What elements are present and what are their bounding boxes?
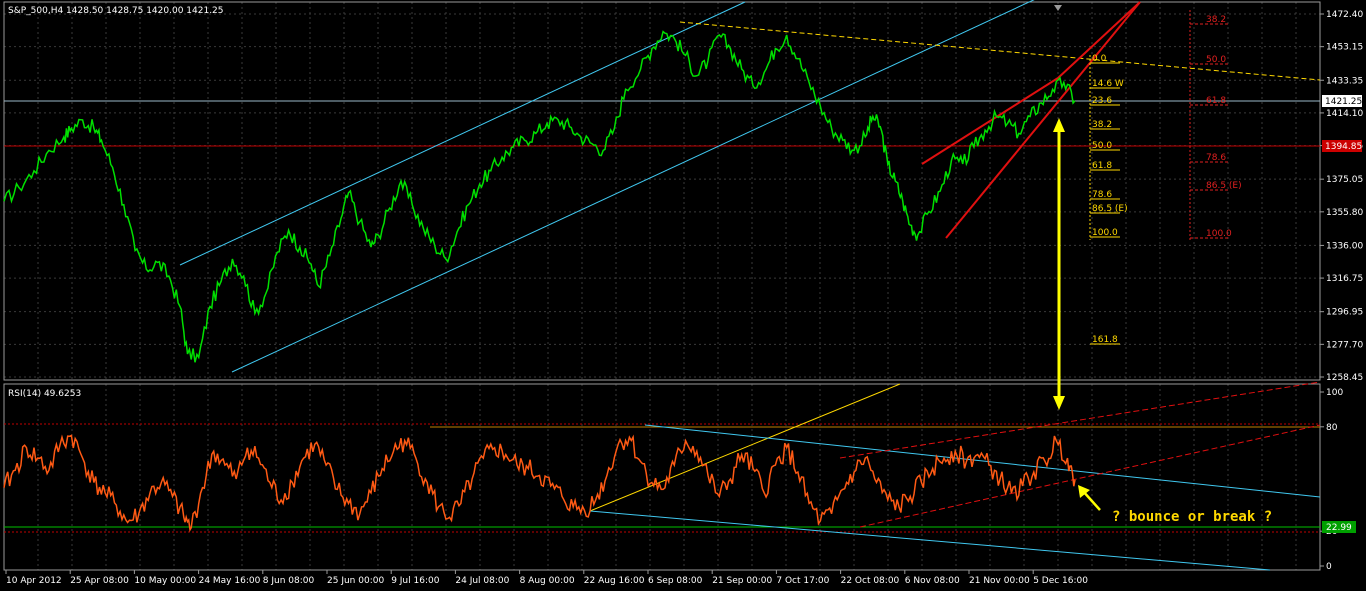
upper-channel-line — [179, 1, 746, 266]
price-tick-label: 1472.40 — [1326, 10, 1363, 20]
time-tick-label: 10 May 00:00 — [134, 576, 196, 586]
time-tick-label: 24 May 16:00 — [199, 576, 261, 586]
fib-yellow-label: 0.0 — [1092, 54, 1107, 64]
price-tick-label: 1296.95 — [1326, 308, 1363, 318]
wedge-upper-extension — [1057, 1, 1141, 79]
rsi-axis: 10080200 — [1320, 388, 1343, 572]
rsi-tick-label: 0 — [1326, 562, 1332, 572]
fib-yellow-label: 23.6 — [1092, 96, 1112, 106]
time-tick-label: 6 Nov 08:00 — [905, 576, 960, 586]
price-tick-label: 1277.70 — [1326, 340, 1363, 350]
annotation-arrow — [1078, 485, 1101, 511]
rsi-tick-label: 80 — [1326, 423, 1338, 433]
current-price-tag-text: 1421.25 — [1325, 97, 1362, 107]
price-tick-label: 1258.45 — [1326, 373, 1363, 383]
fib-red-label: 38.2 — [1206, 15, 1226, 25]
main-panel-frame — [3, 1, 1321, 381]
rsi-level-tag: 22.99 — [1322, 521, 1356, 533]
fibonacci-red: 38.2 50.0 61.8 78.6 86.5 (E) 100.0 — [1189, 10, 1242, 240]
time-axis: 10 Apr 2012 25 Apr 08:00 10 May 00:00 24 Ma… — [5, 570, 1088, 586]
fib-yellow-label: 100.0 — [1092, 228, 1118, 238]
rsi-tick-label: 100 — [1326, 388, 1343, 398]
red-level-tag-text: 1394.85 — [1325, 142, 1362, 152]
fib-red-label: 100.0 — [1206, 229, 1232, 239]
current-price-tag: 1421.25 — [1322, 95, 1362, 107]
fib-yellow-label: 78.6 — [1092, 190, 1112, 200]
price-tick-label: 1336.00 — [1326, 241, 1363, 251]
yellow-double-arrow — [1053, 118, 1065, 410]
red-level-tag: 1394.85 — [1322, 140, 1362, 152]
price-tick-label: 1433.35 — [1326, 76, 1363, 86]
fib-yellow-label: 61.8 — [1092, 161, 1112, 171]
time-tick-label: 22 Oct 08:00 — [841, 576, 900, 586]
rsi-red-dashed-upper — [839, 381, 1321, 459]
time-tick-label: 21 Nov 00:00 — [969, 576, 1030, 586]
chart-window: 0.0 14.6 W 23.6 38.2 50.0 61.8 78.6 86.5 (E) 100… — [0, 0, 1366, 591]
fib-red-label: 86.5 (E) — [1206, 181, 1242, 191]
time-tick-label: 8 Aug 00:00 — [520, 576, 575, 586]
time-tick-label: 8 Jun 08:00 — [263, 576, 315, 586]
time-tick-label: 22 Aug 16:00 — [584, 576, 645, 586]
price-tick-label: 1414.10 — [1326, 109, 1363, 119]
price-tick-label: 1453.15 — [1326, 43, 1363, 53]
price-tick-label: 1316.75 — [1326, 274, 1363, 284]
price-series-line — [3, 30, 1076, 363]
lower-channel-line — [231, 0, 1035, 373]
price-tick-label: 1375.05 — [1326, 175, 1363, 185]
main-trendlines — [179, 0, 1321, 373]
rsi-panel-frame — [3, 383, 1321, 571]
time-tick-label: 24 Jul 08:00 — [455, 576, 509, 586]
rsi-trendlines — [589, 381, 1321, 571]
time-tick-label: 21 Sep 00:00 — [712, 576, 772, 586]
time-tick-label: 7 Oct 17:00 — [776, 576, 829, 586]
bounce-or-break-annotation: ? bounce or break ? — [1112, 509, 1272, 525]
time-tick-label: 9 Jul 16:00 — [391, 576, 440, 586]
fib-yellow-label: 14.6 W — [1092, 79, 1124, 89]
rsi-indicator-header: RSI(14) 49.6253 — [8, 389, 81, 399]
fib-red-label: 78.6 — [1206, 153, 1226, 163]
fib-yellow-label: 50.0 — [1092, 141, 1112, 151]
fib-red-label: 61.8 — [1206, 96, 1226, 106]
wedge-upper-line — [921, 77, 1059, 165]
price-and-rsi-chart: 0.0 14.6 W 23.6 38.2 50.0 61.8 78.6 86.5 (E) 100… — [3, 0, 1363, 586]
rsi-level-tag-text: 22.99 — [1326, 523, 1352, 533]
main-chart-header: S&P_500,H4 1428.50 1428.75 1420.00 1421.… — [8, 6, 224, 16]
fib-yellow-label: 38.2 — [1092, 120, 1112, 130]
fibonacci-yellow: 0.0 14.6 W 23.6 38.2 50.0 61.8 78.6 86.5 (E) 100… — [1089, 54, 1128, 345]
time-tick-label: 5 Dec 16:00 — [1033, 576, 1088, 586]
main-grid — [4, 2, 1320, 380]
fib-red-label: 50.0 — [1206, 55, 1226, 65]
time-tick-label: 6 Sep 08:00 — [648, 576, 703, 586]
price-tick-label: 1355.80 — [1326, 208, 1363, 218]
yellow-resistance-line — [679, 21, 1321, 81]
time-tick-label: 25 Apr 08:00 — [70, 576, 129, 586]
scroll-marker-icon — [1054, 5, 1062, 11]
fib-yellow-label: 86.5 (E) — [1092, 204, 1128, 214]
time-tick-label: 25 Jun 00:00 — [327, 576, 384, 586]
fib-yellow-label: 161.8 — [1092, 335, 1118, 345]
rsi-series-line — [3, 434, 1076, 533]
time-tick-label: 10 Apr 2012 — [6, 576, 62, 586]
price-axis: 1472.40 1453.15 1433.35 1414.10 1394.85 1375.… — [1320, 10, 1363, 383]
